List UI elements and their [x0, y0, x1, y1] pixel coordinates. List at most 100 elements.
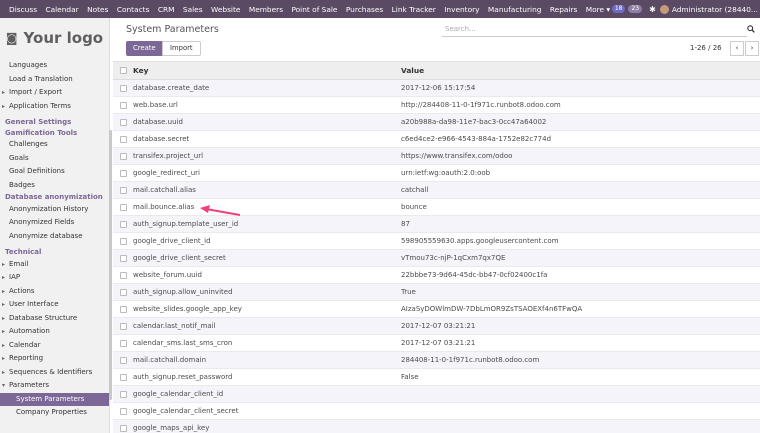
row-checkbox[interactable] [120, 254, 127, 262]
company-logo[interactable]: ◙ Your logo [0, 18, 109, 58]
table-row[interactable]: google_drive_client_secret vTmou73c-njP-1… [113, 250, 760, 267]
sidebar-item-badges[interactable]: Badges [0, 179, 109, 193]
table-row[interactable]: mail.catchall.domain 284408-11-0-1f971c.r… [113, 352, 760, 369]
column-header-key[interactable]: Key [133, 66, 401, 75]
table-row[interactable]: database.uuid a20b988a-da98-11e7-bac3-0cc… [113, 114, 760, 131]
row-checkbox[interactable] [120, 424, 127, 432]
table-row[interactable]: transifex.project_url https://www.transif… [113, 148, 760, 165]
menu-item-link-tracker[interactable]: Link Tracker [392, 5, 436, 14]
messages-badge[interactable]: 18 [611, 5, 626, 13]
sidebar-item-user-interface[interactable]: User Interface [0, 298, 109, 312]
menu-item-point-of-sale[interactable]: Point of Sale [291, 5, 337, 14]
sidebar-item-parameters[interactable]: Parameters [0, 379, 109, 393]
table-row[interactable]: website_forum.uuid 22bbbe73-9d64-45dc-bb4… [113, 267, 760, 284]
menu-item-website[interactable]: Website [211, 5, 240, 14]
menu-item-discuss[interactable]: Discuss [9, 5, 37, 14]
sidebar-item-import-export[interactable]: Import / Export [0, 86, 109, 100]
sidebar-item-gamification-tools[interactable]: Gamification Tools [0, 128, 109, 139]
table-row[interactable]: google_calendar_client_id [113, 386, 760, 403]
menu-item-repairs[interactable]: Repairs [550, 5, 578, 14]
sidebar-item-email[interactable]: Email [0, 258, 109, 272]
pager-next-button[interactable]: › [745, 41, 759, 56]
table-row[interactable]: auth_signup.reset_password False [113, 369, 760, 386]
row-checkbox[interactable] [120, 152, 127, 160]
user-menu[interactable]: Administrator (28440... [672, 5, 758, 14]
table-row[interactable]: database.secret c6ed4ce2-e966-4543-884a-1… [113, 131, 760, 148]
sidebar-item-sequences-identifiers[interactable]: Sequences & Identifiers [0, 366, 109, 380]
menu-item-sales[interactable]: Sales [183, 5, 203, 14]
sidebar-item-anonymize-database[interactable]: Anonymize database [0, 230, 109, 244]
row-checkbox[interactable] [120, 203, 127, 211]
pager-previous-button[interactable]: ‹ [730, 41, 744, 56]
sidebar-item-general-settings[interactable]: General Settings [0, 117, 109, 128]
create-button[interactable]: Create [126, 41, 163, 56]
menu-item-manufacturing[interactable]: Manufacturing [488, 5, 542, 14]
sidebar-scrollbar[interactable] [109, 130, 112, 400]
row-checkbox[interactable] [120, 101, 127, 109]
sidebar-item-actions[interactable]: Actions [0, 285, 109, 299]
row-checkbox[interactable] [120, 288, 127, 296]
menu-item-inventory[interactable]: Inventory [444, 5, 479, 14]
row-checkbox[interactable] [120, 356, 127, 364]
table-row[interactable]: website_slides.google_app_key AIzaSyDOWlm… [113, 301, 760, 318]
sidebar-item-database-structure[interactable]: Database Structure [0, 312, 109, 326]
sidebar-item-database-anonymization[interactable]: Database anonymization [0, 192, 109, 203]
sidebar-item-challenges[interactable]: Challenges [0, 138, 109, 152]
table-row[interactable]: auth_signup.allow_uninvited True [113, 284, 760, 301]
sidebar-item-technical[interactable]: Technical [0, 247, 109, 258]
sidebar-item-company-properties[interactable]: Company Properties [0, 406, 109, 420]
sidebar-item-anonymized-fields[interactable]: Anonymized Fields [0, 216, 109, 230]
row-checkbox[interactable] [120, 322, 127, 330]
sidebar-item-anonymization-history[interactable]: Anonymization History [0, 203, 109, 217]
row-checkbox[interactable] [120, 339, 127, 347]
sidebar-item-application-terms[interactable]: Application Terms [0, 100, 109, 114]
row-checkbox[interactable] [120, 271, 127, 279]
table-row[interactable]: google_maps_api_key [113, 420, 760, 433]
sidebar-item-goal-definitions[interactable]: Goal Definitions [0, 165, 109, 179]
row-checkbox[interactable] [120, 373, 127, 381]
row-checkbox[interactable] [120, 186, 127, 194]
row-checkbox[interactable] [120, 390, 127, 398]
table-row[interactable]: calendar.last_notif_mail 2017-12-07 03:21… [113, 318, 760, 335]
table-row[interactable]: web.base.url http://284408-11-0-1f971c.ru… [113, 97, 760, 114]
row-checkbox[interactable] [120, 118, 127, 126]
row-checkbox[interactable] [120, 305, 127, 313]
menu-item-purchases[interactable]: Purchases [346, 5, 383, 14]
row-checkbox[interactable] [120, 237, 127, 245]
cell-value: bounce [401, 203, 427, 211]
search-icon[interactable] [747, 25, 755, 35]
menu-item-more[interactable]: More ▾ [586, 5, 610, 14]
row-checkbox[interactable] [120, 407, 127, 415]
sidebar-item-goals[interactable]: Goals [0, 152, 109, 166]
sidebar-item-reporting[interactable]: Reporting [0, 352, 109, 366]
table-row[interactable]: mail.catchall.alias catchall [113, 182, 760, 199]
menu-item-members[interactable]: Members [249, 5, 283, 14]
sidebar-item-load-a-translation[interactable]: Load a Translation [0, 73, 109, 87]
sidebar-item-languages[interactable]: Languages [0, 59, 109, 73]
row-checkbox[interactable] [120, 84, 127, 92]
select-all-checkbox[interactable] [120, 67, 127, 74]
table-row[interactable]: google_redirect_uri urn:ietf:wg:oauth:2.0… [113, 165, 760, 182]
import-button[interactable]: Import [162, 41, 201, 56]
row-checkbox[interactable] [120, 169, 127, 177]
menu-item-contacts[interactable]: Contacts [117, 5, 150, 14]
menu-item-notes[interactable]: Notes [87, 5, 108, 14]
debug-icon[interactable]: ✱ [649, 5, 656, 14]
table-row[interactable]: database.create_date 2017-12-06 15:17:54 [113, 80, 760, 97]
column-header-value[interactable]: Value [401, 66, 760, 75]
sidebar-item-automation[interactable]: Automation [0, 325, 109, 339]
sidebar-item-iap[interactable]: IAP [0, 271, 109, 285]
activities-badge[interactable]: 23 [628, 5, 643, 13]
table-row[interactable]: calendar_sms.last_sms_cron 2017-12-07 03:… [113, 335, 760, 352]
row-checkbox[interactable] [120, 135, 127, 143]
pager-value[interactable]: 1-26 / 26 [690, 44, 722, 52]
menu-item-calendar[interactable]: Calendar [45, 5, 78, 14]
sidebar-item-system-parameters[interactable]: System Parameters [0, 392, 109, 406]
sidebar-item-calendar[interactable]: Calendar [0, 339, 109, 353]
row-checkbox[interactable] [120, 220, 127, 228]
table-row[interactable]: google_drive_client_id 598905559630.apps.… [113, 233, 760, 250]
table-row[interactable]: google_calendar_client_secret [113, 403, 760, 420]
search-input[interactable]: Search... [442, 23, 747, 37]
menu-item-crm[interactable]: CRM [158, 5, 175, 14]
avatar[interactable] [659, 4, 669, 14]
